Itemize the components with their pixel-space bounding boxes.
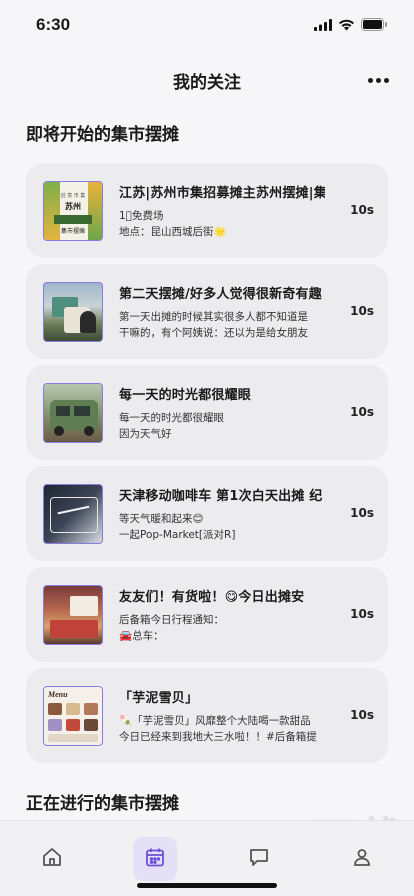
list-item-body: 「芋泥雪贝」 🍡「芋泥雪贝」风靡整个大陆喝一款甜品 今日已经来到我地大三水啦！！… bbox=[119, 687, 374, 745]
tab-profile[interactable] bbox=[340, 837, 384, 881]
stall-photo-thumbnail bbox=[43, 584, 103, 645]
list-item[interactable]: 创 意 市 集 苏州 集市摆摊 江苏|苏州市集招募摊主苏州摆摊|集 1⃣️免费场… bbox=[26, 163, 388, 258]
list-item-time: 10s bbox=[350, 304, 374, 318]
more-options-button[interactable] bbox=[364, 68, 392, 92]
more-dot-icon bbox=[375, 77, 381, 83]
list-item-title: 「芋泥雪贝」 bbox=[119, 690, 199, 706]
upcoming-list: 创 意 市 集 苏州 集市摆摊 江苏|苏州市集招募摊主苏州摆摊|集 1⃣️免费场… bbox=[0, 163, 414, 763]
upcoming-section-title: 即将开始的集市摆摊 bbox=[26, 125, 179, 145]
list-item-title: 江苏|苏州市集招募摊主苏州摆摊|集 bbox=[119, 185, 325, 201]
list-item-time: 10s bbox=[350, 506, 374, 520]
tab-home[interactable] bbox=[30, 837, 74, 881]
list-item[interactable]: 天津移动咖啡车 第1次白天出摊 纪 等天气暖和起来😊 一起Pop-Market[… bbox=[26, 466, 388, 561]
home-indicator bbox=[137, 883, 277, 888]
list-item[interactable]: Menu 「芋泥雪贝」 🍡「芋泥雪贝」风靡整个大陆喝一款甜品 今日已经来到我地大… bbox=[26, 668, 388, 763]
list-item-title: 友友们！有货啦！😋今日出摊安 bbox=[119, 589, 305, 605]
list-item-body: 友友们！有货啦！😋今日出摊安 后备箱今日行程通知： 🚘总车： bbox=[119, 586, 374, 644]
list-item-line: 后备箱今日行程通知： bbox=[119, 613, 224, 626]
list-item-line: 一起Pop-Market[派对R] bbox=[119, 528, 236, 541]
market-photo-thumbnail bbox=[43, 281, 103, 342]
list-item-time: 10s bbox=[350, 405, 374, 419]
status-bar: 6:30 bbox=[0, 0, 414, 50]
list-item-line: 1⃣️免费场 bbox=[119, 209, 164, 222]
user-icon bbox=[351, 846, 373, 872]
more-dot-icon bbox=[383, 77, 389, 83]
menu-photo-thumbnail: Menu bbox=[43, 685, 103, 746]
list-item-body: 每一天的时光都很耀眼 每一天的时光都很耀眼 因为天气好 bbox=[119, 384, 374, 442]
list-item-body: 江苏|苏州市集招募摊主苏州摆摊|集 1⃣️免费场 地点：昆山西城后街🌟 bbox=[119, 182, 374, 240]
market-poster-thumbnail: 创 意 市 集 苏州 集市摆摊 bbox=[43, 180, 103, 241]
more-dot-icon bbox=[367, 77, 373, 83]
list-item-time: 10s bbox=[350, 708, 374, 722]
list-item-line: 干嘛的，有个阿姨说：还以为是给女朋友 bbox=[119, 326, 308, 339]
list-item-line: 今日已经来到我地大三水啦！！#后备箱提 bbox=[119, 730, 317, 743]
list-item-body: 第二天摆摊/好多人觉得很新奇有趣 第一天出摊的时候其实很多人都不知道是 干嘛的，… bbox=[119, 283, 374, 341]
list-item-title: 每一天的时光都很耀眼 bbox=[119, 387, 252, 403]
nav-bar: 我的关注 bbox=[0, 50, 414, 110]
list-item-body: 天津移动咖啡车 第1次白天出摊 纪 等天气暖和起来😊 一起Pop-Market[… bbox=[119, 485, 374, 543]
status-time: 6:30 bbox=[36, 15, 71, 34]
list-item-line: 等天气暖和起来😊 bbox=[119, 512, 204, 525]
calendar-icon bbox=[144, 846, 166, 872]
list-item-title: 天津移动咖啡车 第1次白天出摊 纪 bbox=[119, 488, 323, 504]
list-item-time: 10s bbox=[350, 607, 374, 621]
list-item-time: 10s bbox=[350, 203, 374, 217]
list-item[interactable]: 第二天摆摊/好多人觉得很新奇有趣 第一天出摊的时候其实很多人都不知道是 干嘛的，… bbox=[26, 264, 388, 359]
coffee-truck-photo-thumbnail bbox=[43, 483, 103, 544]
signal-icon bbox=[314, 16, 332, 35]
battery-icon bbox=[361, 16, 388, 35]
status-icons bbox=[314, 16, 388, 35]
list-item-line: 每一天的时光都很耀眼 bbox=[119, 411, 224, 424]
tab-calendar[interactable] bbox=[133, 837, 178, 881]
list-item-title: 第二天摆摊/好多人觉得很新奇有趣 bbox=[119, 286, 322, 302]
ongoing-section-title: 正在进行的集市摆摊 bbox=[26, 794, 179, 814]
list-item-line: 第一天出摊的时候其实很多人都不知道是 bbox=[119, 310, 308, 323]
list-item[interactable]: 每一天的时光都很耀眼 每一天的时光都很耀眼 因为天气好 10s bbox=[26, 365, 388, 460]
list-item[interactable]: 友友们！有货啦！😋今日出摊安 后备箱今日行程通知： 🚘总车： 10s bbox=[26, 567, 388, 662]
page-title: 我的关注 bbox=[173, 72, 241, 93]
list-item-line: 地点：昆山西城后街🌟 bbox=[119, 225, 227, 238]
list-item-line: 因为天气好 bbox=[119, 427, 172, 440]
chat-icon bbox=[248, 846, 270, 872]
list-item-line: 🍡「芋泥雪贝」风靡整个大陆喝一款甜品 bbox=[119, 714, 311, 727]
list-item-line: 🚘总车： bbox=[119, 629, 164, 642]
home-icon bbox=[41, 846, 63, 872]
food-truck-photo-thumbnail bbox=[43, 382, 103, 443]
wifi-icon bbox=[338, 16, 355, 35]
tab-messages[interactable] bbox=[237, 837, 281, 881]
